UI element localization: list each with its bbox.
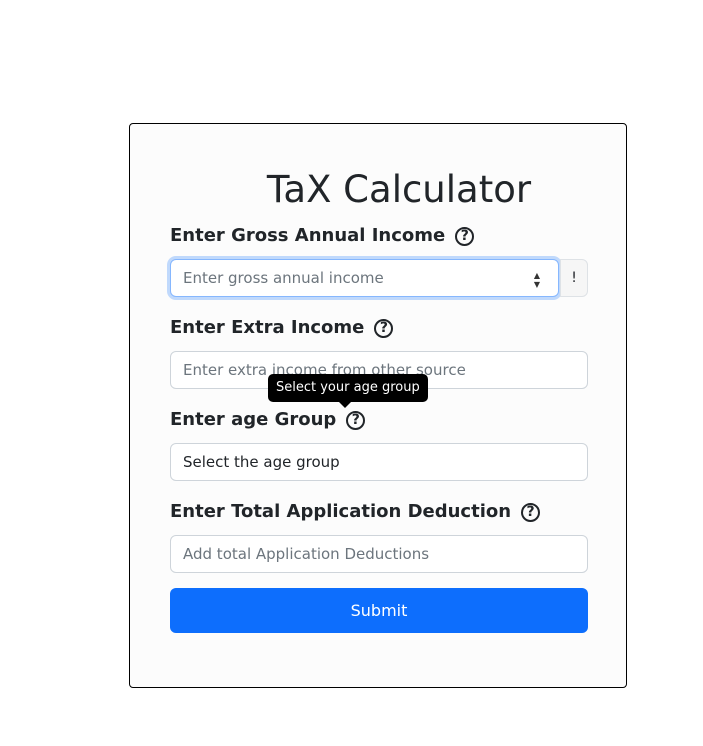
page-title: TaX Calculator <box>266 168 532 211</box>
deduction-input[interactable] <box>170 535 588 573</box>
submit-button[interactable]: Submit <box>170 588 588 633</box>
tax-calculator-card: TaX Calculator Enter Gross Annual Income… <box>129 123 627 688</box>
extra-income-help-icon[interactable]: ? <box>374 318 394 338</box>
extra-income-label: Enter Extra Income ? <box>170 315 394 341</box>
deduction-label: Enter Total Application Deduction ? <box>170 499 541 525</box>
age-group-label-text: Enter age Group <box>170 409 337 430</box>
number-spinner-icon[interactable]: ▲ ▼ <box>530 269 544 291</box>
spinner-down-icon[interactable]: ▼ <box>534 280 540 289</box>
age-group-help-icon[interactable]: ? <box>346 410 366 430</box>
gross-income-input[interactable] <box>170 259 559 297</box>
gross-income-label-text: Enter Gross Annual Income <box>170 225 446 246</box>
deduction-help-icon[interactable]: ? <box>521 502 541 522</box>
gross-income-label: Enter Gross Annual Income ? <box>170 223 475 249</box>
gross-income-help-icon[interactable]: ? <box>455 226 475 246</box>
gross-income-warning-addon: ! <box>560 259 588 297</box>
extra-income-label-text: Enter Extra Income <box>170 317 365 338</box>
age-group-tooltip: Select your age group <box>268 374 428 402</box>
age-group-label: Enter age Group ? <box>170 407 366 433</box>
spinner-up-icon[interactable]: ▲ <box>534 271 540 280</box>
tooltip-arrow <box>339 402 351 408</box>
age-group-select[interactable]: Select the age group <box>170 443 588 481</box>
deduction-label-text: Enter Total Application Deduction <box>170 501 512 522</box>
